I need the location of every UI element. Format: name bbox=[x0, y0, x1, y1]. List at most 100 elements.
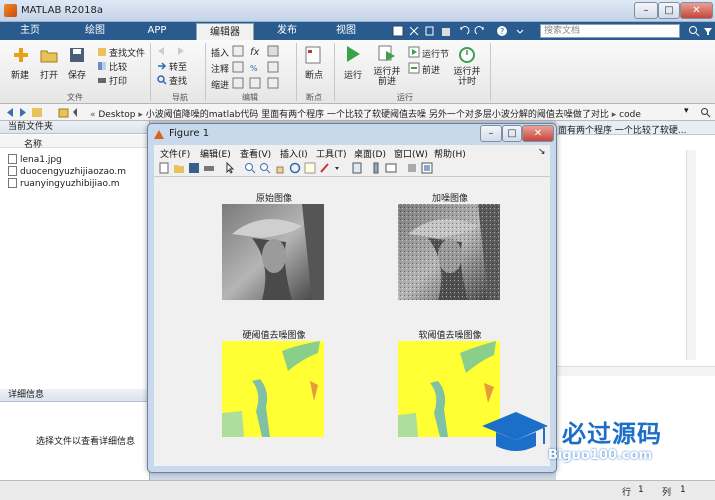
menu-help[interactable]: 帮助(H) bbox=[434, 147, 466, 160]
run-and-advance-button[interactable]: 运行并 前进 bbox=[372, 67, 402, 87]
watermark-url: Biguo100.com bbox=[548, 448, 653, 463]
file-name: duocengyuzhijiaozao.m bbox=[20, 167, 127, 177]
menu-view[interactable]: 查看(V) bbox=[240, 147, 271, 160]
breadcrumb-code[interactable]: code bbox=[619, 110, 641, 120]
breakpoints-icon[interactable] bbox=[305, 46, 321, 64]
search-folder-icon[interactable] bbox=[700, 107, 711, 118]
figure-close-button[interactable]: ✕ bbox=[522, 125, 554, 142]
figure-maximize-button[interactable]: □ bbox=[502, 125, 522, 142]
help-question-icon[interactable]: ? bbox=[496, 25, 508, 37]
tab-home[interactable]: 主页 bbox=[8, 22, 52, 40]
insert-legend-icon[interactable] bbox=[385, 162, 397, 174]
indent-button[interactable]: 缩进 bbox=[211, 78, 229, 91]
run-play-icon[interactable] bbox=[344, 45, 362, 63]
hide-plot-tools-icon[interactable] bbox=[406, 162, 418, 174]
horizontal-scrollbar[interactable] bbox=[556, 366, 715, 376]
goto-button[interactable]: 转至 bbox=[169, 60, 187, 73]
list-item[interactable]: ruanyingyuzhibijiao.m bbox=[8, 178, 120, 189]
zoom-in-icon[interactable] bbox=[244, 162, 256, 174]
browse-folder-icon[interactable] bbox=[58, 107, 82, 118]
new-button[interactable]: 新建 bbox=[8, 68, 32, 81]
find-files-button[interactable]: 查找文件 bbox=[109, 46, 145, 59]
undo-icon[interactable] bbox=[458, 25, 470, 37]
edit-plot-arrow-icon[interactable] bbox=[224, 162, 236, 174]
rotate-3d-icon[interactable] bbox=[289, 162, 301, 174]
run-button[interactable]: 运行 bbox=[340, 68, 366, 81]
save-icon[interactable] bbox=[68, 46, 86, 64]
menu-insert[interactable]: 插入(I) bbox=[280, 147, 308, 160]
details-hint: 选择文件以查看详细信息 bbox=[36, 437, 136, 447]
run-and-time-icon[interactable] bbox=[458, 45, 476, 63]
menu-desktop[interactable]: 桌面(D) bbox=[354, 147, 386, 160]
ribbon-options-icon[interactable] bbox=[514, 25, 526, 37]
breadcrumb-desktop[interactable]: Desktop bbox=[98, 110, 135, 120]
menu-file[interactable]: 文件(F) bbox=[160, 147, 190, 160]
list-item[interactable]: lena1.jpg bbox=[8, 154, 62, 165]
menu-tools[interactable]: 工具(T) bbox=[316, 147, 347, 160]
column-header[interactable]: 名称 bbox=[0, 135, 150, 150]
edit-tools-icon[interactable]: fx % bbox=[232, 45, 292, 89]
cut-icon[interactable] bbox=[408, 25, 420, 37]
brush-icon[interactable] bbox=[319, 162, 331, 174]
file-name: lena1.jpg bbox=[20, 155, 62, 165]
compare-button[interactable]: 比较 bbox=[109, 60, 127, 73]
chevron-down-icon[interactable]: ▾ bbox=[684, 106, 689, 116]
paste-icon[interactable] bbox=[440, 25, 452, 37]
open-button[interactable]: 打开 bbox=[36, 68, 62, 81]
pan-hand-icon[interactable] bbox=[274, 162, 286, 174]
tab-editor[interactable]: 编辑器 bbox=[196, 23, 254, 41]
column-name[interactable]: 名称 bbox=[24, 137, 42, 150]
print-figure-icon[interactable] bbox=[203, 162, 215, 174]
figure-title: Figure 1 bbox=[169, 128, 210, 139]
breadcrumb[interactable]: « Desktop ▸ 小波阈值降噪的matlab代码 里面有两个程序 一个比较… bbox=[90, 107, 641, 120]
tab-view[interactable]: 视图 bbox=[320, 22, 372, 40]
print-button[interactable]: 打印 bbox=[109, 74, 127, 87]
save-button[interactable]: 保存 bbox=[64, 68, 90, 81]
back-forward-icon[interactable] bbox=[6, 107, 46, 118]
menu-dock-icon[interactable]: ↘ bbox=[538, 147, 546, 157]
save-quick-icon[interactable] bbox=[392, 25, 404, 37]
tab-plots[interactable]: 绘图 bbox=[70, 22, 120, 40]
find-button[interactable]: 查找 bbox=[169, 74, 187, 87]
figure-minimize-button[interactable]: – bbox=[480, 125, 502, 142]
filter-icon[interactable] bbox=[702, 25, 714, 37]
new-figure-icon[interactable] bbox=[158, 162, 170, 174]
redo-icon[interactable] bbox=[474, 25, 486, 37]
vertical-scrollbar[interactable] bbox=[686, 150, 696, 360]
insert-colorbar-icon[interactable] bbox=[370, 162, 382, 174]
breadcrumb-project-folder[interactable]: 小波阈值降噪的matlab代码 里面有两个程序 一个比较了软硬阈值去噪 另外一个… bbox=[146, 110, 609, 120]
show-plot-tools-icon[interactable] bbox=[421, 162, 433, 174]
insert-button[interactable]: 插入 bbox=[211, 46, 229, 59]
minimize-button[interactable]: – bbox=[634, 2, 658, 19]
col-label: 列 bbox=[662, 488, 672, 498]
menu-edit[interactable]: 编辑(E) bbox=[200, 147, 231, 160]
comment-button[interactable]: 注释 bbox=[211, 62, 229, 75]
status-bar: 行 1 列 1 bbox=[0, 480, 715, 500]
open-folder-icon[interactable] bbox=[40, 46, 58, 64]
advance-button[interactable]: 前进 bbox=[422, 63, 440, 76]
data-cursor-icon[interactable] bbox=[304, 162, 316, 174]
search-input[interactable]: 搜索文档 bbox=[540, 24, 680, 38]
open-file-icon[interactable] bbox=[173, 162, 185, 174]
run-and-time-button[interactable]: 运行并 计时 bbox=[452, 67, 482, 87]
tab-apps[interactable]: APP bbox=[134, 22, 180, 40]
run-advance-icon[interactable] bbox=[378, 45, 396, 63]
new-plus-icon[interactable] bbox=[12, 46, 30, 64]
maximize-button[interactable]: □ bbox=[658, 2, 680, 19]
hard-threshold-image[interactable] bbox=[222, 341, 324, 437]
search-icon[interactable] bbox=[688, 25, 700, 37]
breakpoints-button[interactable]: 断点 bbox=[302, 68, 326, 81]
link-plot-icon[interactable] bbox=[351, 162, 363, 174]
zoom-out-icon[interactable] bbox=[259, 162, 271, 174]
brush-dropdown-icon[interactable] bbox=[334, 162, 340, 174]
close-button[interactable]: ✕ bbox=[680, 2, 713, 19]
noisy-image[interactable] bbox=[398, 204, 500, 300]
list-item[interactable]: duocengyuzhijiaozao.m bbox=[8, 166, 126, 177]
tab-publish[interactable]: 发布 bbox=[262, 22, 312, 40]
original-image[interactable] bbox=[222, 204, 324, 300]
menu-window[interactable]: 窗口(W) bbox=[394, 147, 428, 160]
advance-icon bbox=[408, 62, 420, 74]
copy-icon[interactable] bbox=[424, 25, 436, 37]
save-figure-icon[interactable] bbox=[188, 162, 200, 174]
run-section-button[interactable]: 运行节 bbox=[422, 47, 449, 60]
